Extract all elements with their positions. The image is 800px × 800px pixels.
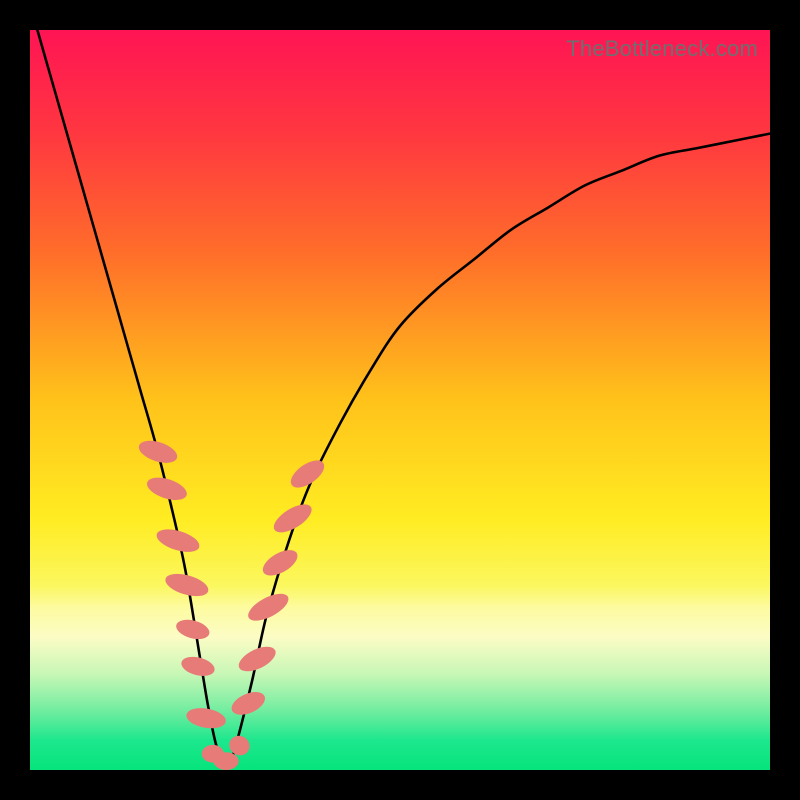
watermark-text: TheBottleneck.com bbox=[566, 36, 758, 62]
bead bbox=[185, 705, 228, 731]
chart-frame: TheBottleneck.com bbox=[0, 0, 800, 800]
bead bbox=[136, 436, 180, 467]
plot-area: TheBottleneck.com bbox=[30, 30, 770, 770]
curve-beads bbox=[136, 436, 329, 770]
bead bbox=[235, 642, 279, 677]
bead bbox=[244, 588, 292, 626]
bead bbox=[214, 752, 239, 770]
bead bbox=[259, 545, 302, 581]
bottleneck-curve bbox=[37, 30, 770, 765]
bead bbox=[144, 473, 189, 504]
curve-layer bbox=[30, 30, 770, 770]
bead bbox=[174, 616, 211, 642]
bead bbox=[179, 654, 216, 679]
